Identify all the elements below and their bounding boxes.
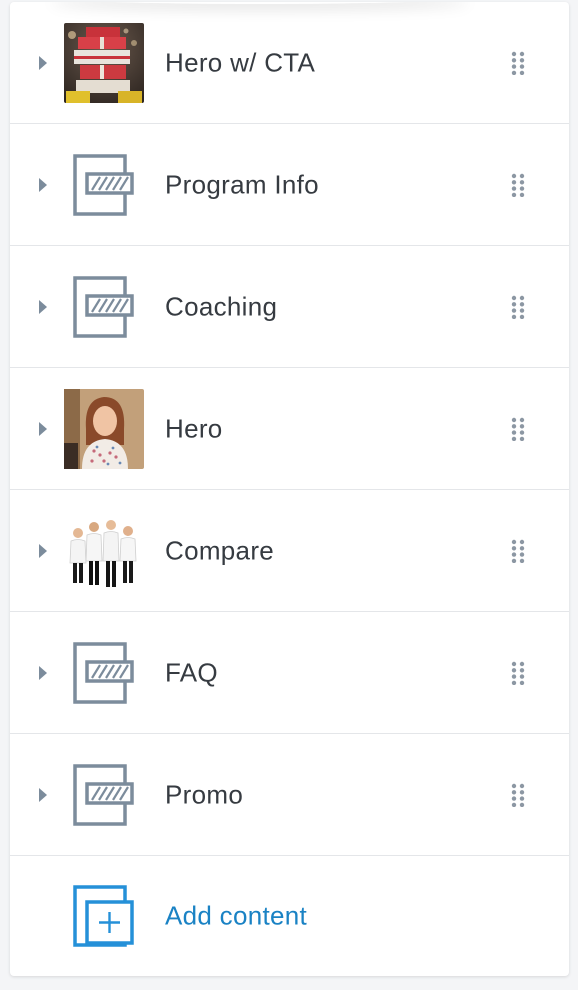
drag-handle-icon[interactable] (510, 661, 526, 685)
expand-caret-icon[interactable] (37, 420, 49, 438)
drag-handle-icon[interactable] (510, 539, 526, 563)
drag-handle-icon[interactable] (510, 173, 526, 197)
expand-caret-icon[interactable] (37, 542, 49, 560)
section-label: Program Info (165, 169, 319, 199)
section-row-hero-cta[interactable]: Hero w/ CTA (10, 2, 569, 124)
section-row-program-info[interactable]: Program Info (10, 124, 569, 246)
expand-caret-icon[interactable] (37, 786, 49, 804)
woman-photo (64, 388, 144, 469)
drag-handle-icon[interactable] (510, 783, 526, 807)
section-row-promo[interactable]: Promo (10, 734, 569, 856)
gifts-photo (64, 22, 144, 103)
woman-photo-thumbnail (64, 388, 144, 469)
section-row-faq[interactable]: FAQ (10, 612, 569, 734)
section-label: Compare (165, 535, 275, 565)
drag-handle-icon[interactable] (510, 295, 526, 319)
section-row-coaching[interactable]: Coaching (10, 246, 569, 368)
expand-caret-icon[interactable] (37, 298, 49, 316)
section-label: Hero (165, 413, 223, 443)
section-label: Promo (165, 779, 244, 809)
section-row-compare[interactable]: Compare (10, 490, 569, 612)
doctors-photo-thumbnail (64, 510, 144, 591)
expand-caret-icon[interactable] (37, 54, 49, 72)
drag-handle-icon[interactable] (510, 51, 526, 75)
section-label: FAQ (165, 657, 218, 687)
doctors-photo (64, 510, 144, 591)
add-section-icon (64, 876, 144, 956)
expand-caret-icon[interactable] (37, 176, 49, 194)
add-content-label: Add content (165, 900, 308, 931)
section-icon (64, 755, 144, 835)
gifts-photo-thumbnail (64, 22, 144, 103)
content-sections-panel: Hero w/ CTA Program Info Coaching Hero C… (10, 2, 569, 976)
section-row-hero[interactable]: Hero (10, 368, 569, 490)
section-icon (64, 633, 144, 713)
section-label: Hero w/ CTA (165, 47, 316, 77)
section-label: Coaching (165, 291, 278, 321)
section-icon (64, 267, 144, 347)
expand-caret-icon[interactable] (37, 664, 49, 682)
drag-handle-icon[interactable] (510, 417, 526, 441)
add-content-button[interactable]: Add content (10, 856, 569, 976)
section-icon (64, 145, 144, 225)
